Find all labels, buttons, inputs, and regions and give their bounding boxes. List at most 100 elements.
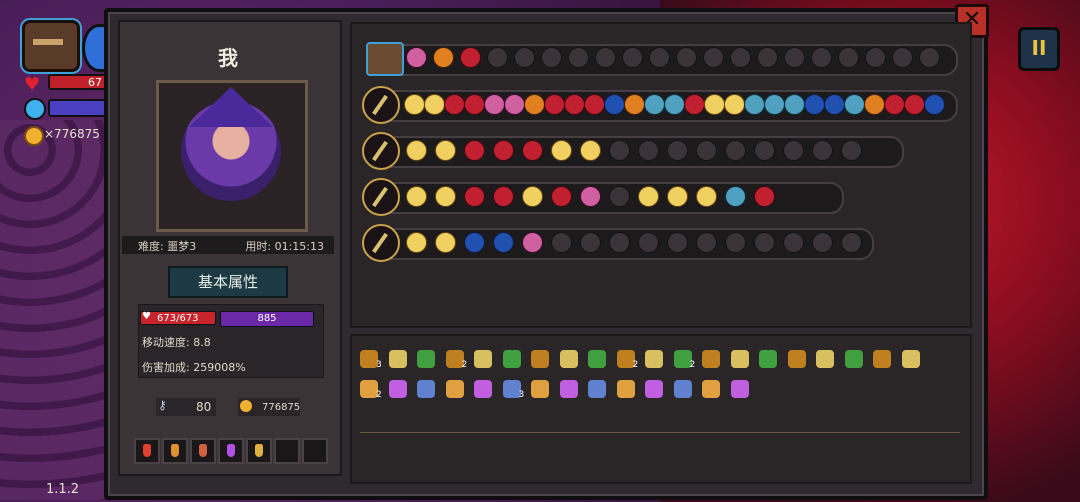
weapon-mod-slot[interactable] (464, 94, 485, 115)
weapon-mod-slot[interactable] (580, 232, 601, 253)
weapon-mod-slot[interactable] (812, 232, 833, 253)
relic-icon[interactable] (417, 380, 435, 398)
equip-slot[interactable] (568, 47, 589, 68)
weapon-mod-slot[interactable] (638, 186, 659, 207)
potion-slot[interactable] (246, 438, 272, 464)
weapon-mod-slot[interactable] (609, 232, 630, 253)
weapon-mod-slot[interactable] (522, 186, 543, 207)
weapon-mod-slot[interactable] (667, 140, 688, 161)
weapon-mod-slot[interactable] (754, 232, 775, 253)
potion-slot[interactable] (134, 438, 160, 464)
equip-slot[interactable] (838, 47, 859, 68)
weapon-mod-slot[interactable] (696, 140, 717, 161)
tab-basic-attributes[interactable]: 基本属性 (168, 266, 288, 298)
equip-slot[interactable] (892, 47, 913, 68)
weapon-mod-slot[interactable] (493, 232, 514, 253)
relic-icon[interactable] (816, 350, 834, 368)
pause-button[interactable]: II (1018, 27, 1060, 71)
weapon-mod-slot[interactable] (522, 232, 543, 253)
weapon-mod-slot[interactable] (551, 140, 572, 161)
weapon-mod-slot[interactable] (844, 94, 865, 115)
weapon-mod-slot[interactable] (696, 186, 717, 207)
weapon-mod-slot[interactable] (609, 186, 630, 207)
relic-icon[interactable] (730, 350, 749, 368)
weapon-mod-slot[interactable] (493, 140, 514, 161)
relic-icon[interactable] (474, 350, 492, 368)
relic-icon[interactable] (531, 350, 549, 368)
weapon-mod-slot[interactable] (812, 140, 833, 161)
weapon-mod-slot[interactable] (564, 94, 585, 115)
equip-slot[interactable] (703, 47, 724, 68)
weapon-mod-slot[interactable] (580, 186, 601, 207)
weapon-mod-slot[interactable] (484, 94, 505, 115)
weapon-mod-slot[interactable] (783, 232, 804, 253)
weapon-mod-slot[interactable] (544, 94, 565, 115)
equip-slot[interactable] (757, 47, 778, 68)
relic-icon[interactable] (901, 350, 920, 368)
weapon-mod-slot[interactable] (724, 94, 745, 115)
equip-slot[interactable] (406, 47, 427, 68)
staff-icon[interactable] (362, 178, 400, 216)
weapon-mod-slot[interactable] (667, 232, 688, 253)
weapon-mod-slot[interactable] (744, 94, 765, 115)
relic-icon[interactable] (759, 350, 777, 368)
relic-icon[interactable] (702, 380, 720, 398)
relic-icon[interactable] (388, 350, 407, 368)
weapon-mod-slot[interactable] (684, 94, 705, 115)
chest-icon[interactable] (22, 20, 80, 72)
weapon-mod-slot[interactable] (551, 232, 572, 253)
weapon-mod-slot[interactable] (406, 232, 427, 253)
weapon-mod-slot[interactable] (406, 186, 427, 207)
weapon-mod-slot[interactable] (638, 232, 659, 253)
weapon-mod-slot[interactable] (824, 94, 845, 115)
weapon-mod-slot[interactable] (493, 186, 514, 207)
weapon-mod-slot[interactable] (444, 94, 465, 115)
weapon-mod-slot[interactable] (754, 186, 775, 207)
weapon-mod-slot[interactable] (580, 140, 601, 161)
equip-slot[interactable] (541, 47, 562, 68)
weapon-mod-slot[interactable] (435, 186, 456, 207)
weapon-mod-slot[interactable] (725, 232, 746, 253)
weapon-mod-slot[interactable] (435, 232, 456, 253)
weapon-mod-slot[interactable] (584, 94, 605, 115)
relic-icon[interactable] (559, 380, 578, 398)
weapon-mod-slot[interactable] (424, 94, 445, 115)
equip-slot[interactable] (514, 47, 535, 68)
staff-icon[interactable] (362, 132, 400, 170)
equip-slot[interactable] (622, 47, 643, 68)
staff-icon[interactable] (362, 86, 400, 124)
relic-icon[interactable] (873, 350, 891, 368)
equip-slot[interactable] (730, 47, 751, 68)
weapon-mod-slot[interactable] (667, 186, 688, 207)
weapon-mod-slot[interactable] (704, 94, 725, 115)
equip-slot[interactable] (676, 47, 697, 68)
relic-icon[interactable] (588, 350, 606, 368)
relic-icon[interactable] (645, 350, 663, 368)
potion-slot[interactable] (218, 438, 244, 464)
weapon-mod-slot[interactable] (784, 94, 805, 115)
equip-slot[interactable] (811, 47, 832, 68)
weapon-mod-slot[interactable] (696, 232, 717, 253)
weapon-mod-slot[interactable] (725, 140, 746, 161)
weapon-mod-slot[interactable] (624, 94, 645, 115)
weapon-mod-slot[interactable] (464, 140, 485, 161)
weapon-mod-slot[interactable] (783, 140, 804, 161)
weapon-mod-slot[interactable] (464, 232, 485, 253)
relic-icon[interactable] (645, 380, 663, 398)
relic-icon[interactable] (787, 350, 806, 368)
weapon-mod-slot[interactable] (551, 186, 572, 207)
weapon-mod-slot[interactable] (804, 94, 825, 115)
potion-slot[interactable] (302, 438, 328, 464)
weapon-mod-slot[interactable] (864, 94, 885, 115)
weapon-mod-slot[interactable] (764, 94, 785, 115)
equip-slot[interactable] (919, 47, 940, 68)
weapon-mod-slot[interactable] (841, 232, 862, 253)
weapon-mod-slot[interactable] (904, 94, 925, 115)
weapon-mod-slot[interactable] (924, 94, 945, 115)
relic-icon[interactable] (417, 350, 435, 368)
weapon-mod-slot[interactable] (404, 94, 425, 115)
weapon-mod-slot[interactable] (604, 94, 625, 115)
relic-icon[interactable] (616, 380, 635, 398)
relic-icon[interactable] (844, 350, 863, 368)
weapon-mod-slot[interactable] (609, 140, 630, 161)
